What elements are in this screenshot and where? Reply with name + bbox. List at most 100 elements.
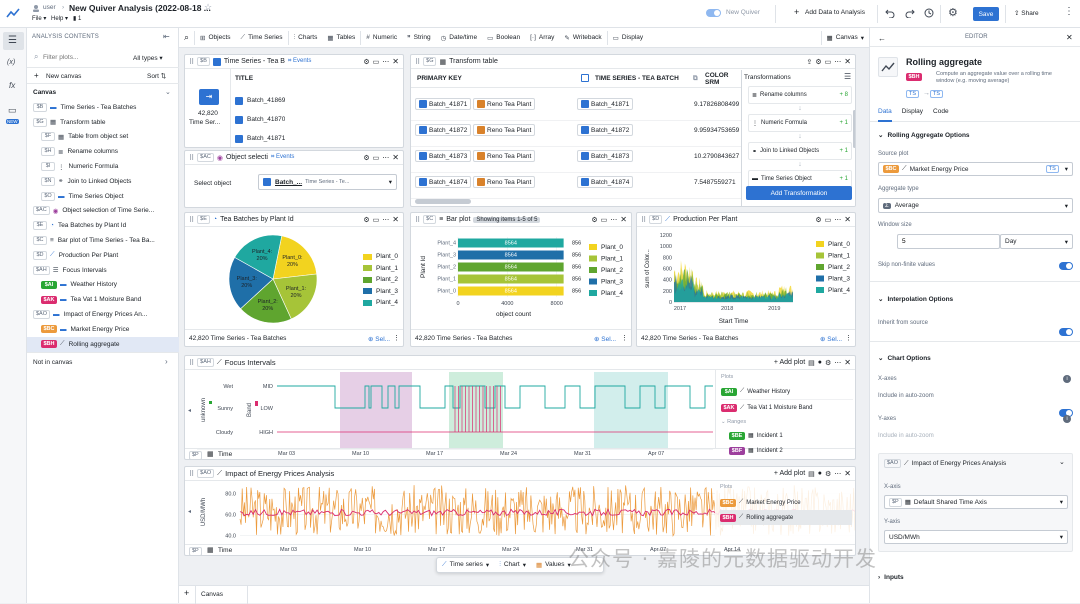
toolbar-boolean-button[interactable]: ▭ Boolean: [482, 28, 525, 48]
info-icon[interactable]: ●: [818, 470, 822, 477]
legend-range-item[interactable]: $BE ▦ Incident 1: [729, 428, 783, 443]
sidebar-item[interactable]: $O ▬ Time Series Object: [27, 189, 179, 204]
close-icon[interactable]: ✕: [620, 215, 627, 224]
area-chart[interactable]: 0 200 400 600 800 1000 1200 2017 2018 2019 Start T…: [637, 229, 856, 329]
panel-title[interactable]: Time Series - Tea B: [224, 58, 285, 65]
vertical-scrollbar[interactable]: [853, 110, 855, 148]
aggregate-type-select[interactable]: Σ Average ▾: [878, 198, 1073, 213]
panel-title[interactable]: Tea Batches by Plant Id: [220, 216, 294, 223]
tab-code[interactable]: Code: [933, 108, 949, 115]
monitor-icon[interactable]: ▭: [601, 216, 608, 224]
column-time-series[interactable]: TIME SERIES - TEA BATCH: [595, 75, 679, 82]
select-link[interactable]: ⊕ Sel...: [368, 335, 390, 343]
close-icon[interactable]: ✕: [844, 469, 851, 478]
section-interpolation[interactable]: ⌄ Interpolation Options: [878, 295, 953, 304]
sidebar-item[interactable]: $F ▦ Table from object set: [27, 130, 179, 145]
plus-icon[interactable]: +: [34, 71, 39, 80]
add-icon[interactable]: +: [794, 7, 799, 17]
drag-handle-icon[interactable]: ⠿: [189, 470, 194, 478]
monitor-icon[interactable]: ▭: [373, 58, 380, 66]
add-data-button[interactable]: Add Data to Analysis: [805, 9, 865, 16]
legend-item[interactable]: Plant_2: [363, 274, 398, 286]
table-row[interactable]: Batch_41869: [235, 91, 285, 110]
page-title[interactable]: New Quiver Analysis (2022-08-18 ...: [69, 3, 211, 13]
toolbar-time-series-button[interactable]: ⟋ Time Series: [236, 28, 288, 48]
tab-display[interactable]: Display: [902, 108, 923, 115]
time-axis-label[interactable]: Time: [218, 547, 232, 554]
monitor-icon[interactable]: ▭: [825, 216, 832, 224]
drag-handle-icon[interactable]: ⠿: [415, 216, 420, 224]
type-filter-select[interactable]: All types ▾: [133, 54, 163, 62]
drag-handle-icon[interactable]: ⠿: [189, 58, 194, 66]
section-chart-options[interactable]: ⌄ Chart Options: [878, 354, 931, 363]
toolbar-writeback-button[interactable]: ✎ Writeback: [559, 28, 606, 48]
file-menu[interactable]: File ▾: [32, 15, 46, 22]
menu-icon[interactable]: ☰: [844, 72, 851, 81]
settings-icon[interactable]: ⚙: [815, 58, 821, 66]
table-row[interactable]: Batch_41874 Reno Tea Plant Batch_41874 7.54…: [411, 173, 741, 199]
section-rolling-options[interactable]: ⌄ Rolling Aggregate Options: [878, 131, 970, 140]
plant-chip[interactable]: Reno Tea Plant: [473, 98, 536, 110]
variables-icon[interactable]: (x): [7, 59, 15, 66]
add-plot-button[interactable]: + Add plot: [774, 359, 805, 366]
monitor-icon[interactable]: ▭: [373, 154, 380, 162]
y-axis-select[interactable]: USD/MWh ▾: [884, 530, 1068, 544]
toolbar-array-button[interactable]: [·] Array: [525, 28, 559, 48]
panel-title[interactable]: Bar plot: [446, 216, 470, 223]
sidebar-item[interactable]: $AI ▬ Weather History: [27, 278, 179, 293]
settings-icon[interactable]: ⚙: [825, 470, 831, 478]
toolbar-date-time-button[interactable]: ◷ Date/time: [436, 28, 483, 48]
legend-item[interactable]: Plant_0: [363, 251, 398, 263]
undo-icon[interactable]: [885, 8, 895, 18]
timeseries-chip[interactable]: Batch_41871: [577, 98, 634, 110]
legend-plot-item[interactable]: $AI ⟋ Weather History: [721, 384, 853, 400]
back-icon[interactable]: ←: [878, 34, 886, 43]
more-icon[interactable]: ⋯: [834, 216, 841, 224]
more-icon[interactable]: ⋯: [834, 58, 841, 66]
sidebar-item[interactable]: $AH ☰ Focus Intervals: [27, 263, 179, 278]
window-size-input[interactable]: [897, 234, 1000, 249]
close-icon[interactable]: ✕: [844, 57, 851, 66]
settings-icon[interactable]: ⚙: [815, 216, 821, 224]
help-menu[interactable]: Help ▾: [51, 15, 68, 22]
events-link[interactable]: ⌗ Events: [271, 154, 294, 161]
primary-key-chip[interactable]: Batch_41874: [415, 176, 472, 188]
more-icon[interactable]: ⋯: [382, 216, 389, 224]
new-canvas-button[interactable]: New canvas: [46, 73, 81, 80]
panel-title[interactable]: Impact of Energy Prices Analysis: [225, 469, 334, 478]
new-quiver-toggle[interactable]: [706, 9, 721, 17]
window-unit-select[interactable]: Day ▾: [1000, 234, 1073, 249]
panel-title[interactable]: Production Per Plant: [673, 216, 737, 223]
select-link[interactable]: ⊕ Sel...: [820, 335, 842, 343]
legend-plot-item[interactable]: $BH ⟋ Rolling aggregate: [720, 510, 852, 525]
object-select[interactable]: Batch_... Time Series - Te... ▾: [258, 174, 397, 190]
settings-icon[interactable]: ⚙: [591, 216, 597, 224]
close-icon[interactable]: ✕: [392, 215, 399, 224]
timeseries-chip[interactable]: Batch_41874: [577, 176, 634, 188]
drag-handle-icon[interactable]: ⠿: [641, 216, 646, 224]
redo-icon[interactable]: [905, 8, 915, 18]
info-icon[interactable]: ●: [818, 359, 822, 366]
drag-handle-icon[interactable]: ⠿: [189, 216, 194, 224]
breadcrumb-user[interactable]: user: [43, 4, 56, 11]
panel-title[interactable]: Object selecti: [226, 154, 268, 161]
export-icon[interactable]: ⇪: [807, 58, 813, 66]
settings-icon[interactable]: ⚙: [363, 58, 369, 66]
app-logo-icon[interactable]: [6, 7, 20, 19]
pie-chart[interactable]: Plant_0:20%Plant_1:20%Plant_2:20%Plant_3…: [225, 233, 321, 325]
toolbar-tables-button[interactable]: ▦ Tables: [322, 28, 360, 48]
sidebar-item[interactable]: $AK ▬ Tea Vat 1 Moisture Band: [27, 292, 179, 307]
timeseries-chip[interactable]: Batch_41872: [577, 124, 634, 136]
toolbar-string-button[interactable]: ❞ String: [402, 28, 435, 48]
more-icon[interactable]: ⋮: [393, 334, 400, 342]
close-icon[interactable]: ✕: [392, 57, 399, 66]
filter-plots-input[interactable]: [43, 50, 127, 64]
time-axis-label[interactable]: Time: [218, 451, 232, 458]
legend-item[interactable]: Plant_3: [363, 286, 398, 298]
column-header[interactable]: TITLE: [235, 75, 253, 82]
monitor-icon[interactable]: ▭: [825, 58, 832, 66]
close-icon[interactable]: ✕: [1066, 33, 1073, 42]
drag-handle-icon[interactable]: ⠿: [189, 359, 194, 367]
layout-icon[interactable]: ▤: [808, 470, 815, 478]
sidebar-item[interactable]: $N ⚭ Join to Linked Objects: [27, 174, 179, 189]
